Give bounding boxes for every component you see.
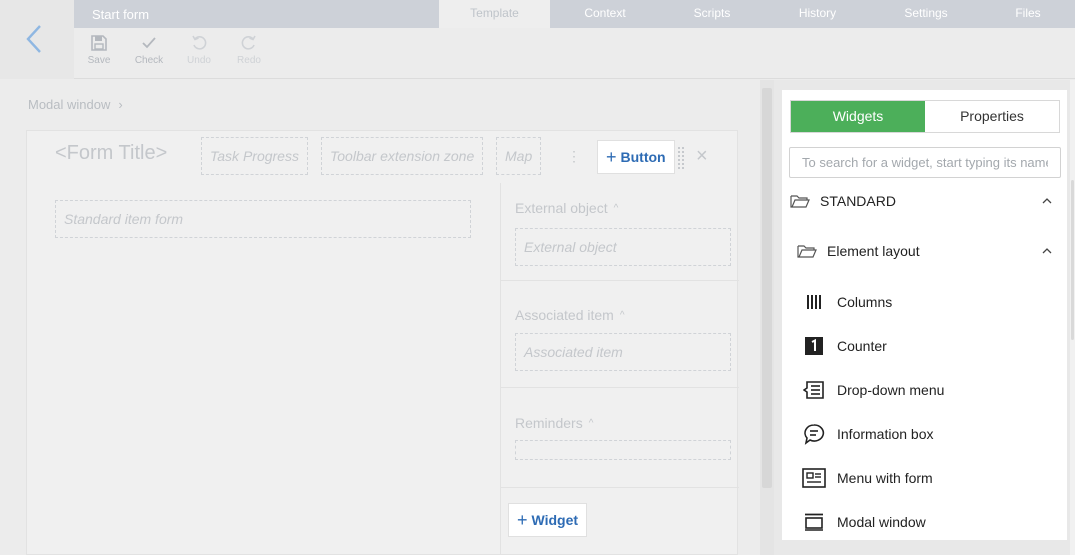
- widget-item-label: Counter: [837, 338, 887, 354]
- tab-settings[interactable]: Settings: [871, 0, 981, 28]
- widget-item-label: Information box: [837, 426, 934, 442]
- columns-icon: [802, 290, 826, 314]
- reminders-section: Reminders ^: [501, 388, 739, 488]
- external-object-label: External object: [515, 200, 608, 216]
- widget-item-menu-with-form[interactable]: Menu with form: [802, 464, 933, 492]
- caret-up-icon: ^: [588, 418, 594, 429]
- caret-up-icon: ^: [619, 310, 625, 321]
- information-box-icon: [802, 422, 826, 446]
- check-button[interactable]: Check: [124, 34, 174, 66]
- widget-item-dropdown-menu[interactable]: Drop-down menu: [802, 376, 944, 404]
- save-button[interactable]: Save: [74, 34, 124, 66]
- close-icon[interactable]: ×: [696, 145, 708, 168]
- more-vertical-icon[interactable]: ⋮: [567, 149, 581, 163]
- form-title[interactable]: <Form Title>: [55, 142, 167, 165]
- standard-item-form-zone[interactable]: Standard item form: [55, 200, 471, 238]
- breadcrumb-label: Modal window: [28, 97, 111, 112]
- widget-item-counter[interactable]: Counter: [802, 332, 887, 360]
- chevron-up-icon: [1042, 198, 1052, 204]
- undo-button[interactable]: Undo: [174, 34, 224, 66]
- panel-tabs: Widgets Properties: [790, 100, 1060, 133]
- map-zone[interactable]: Map: [496, 137, 542, 175]
- reminders-zone[interactable]: [515, 440, 731, 460]
- associated-item-section: Associated item ^ Associated item: [501, 281, 739, 388]
- widget-item-information-box[interactable]: Information box: [802, 420, 934, 448]
- chevron-right-icon: ›: [118, 97, 123, 112]
- tab-history[interactable]: History: [764, 0, 871, 28]
- plus-icon: +: [517, 510, 528, 530]
- modal-form: <Form Title> Task Progress Toolbar exten…: [26, 130, 739, 555]
- associated-item-zone[interactable]: Associated item: [515, 333, 731, 371]
- save-label: Save: [87, 55, 111, 66]
- tab-scripts[interactable]: Scripts: [660, 0, 764, 28]
- menu-with-form-icon: [802, 466, 826, 490]
- modal-window-icon: [802, 510, 826, 534]
- widget-item-modal-window[interactable]: Modal window: [802, 508, 926, 536]
- toolbar-extension-zone[interactable]: Toolbar extension zone: [321, 137, 484, 175]
- dropdown-menu-icon: [802, 378, 826, 402]
- back-strip: [0, 0, 74, 79]
- top-bar: Start form Template Context Scripts Hist…: [74, 0, 1075, 28]
- folder-open-icon: [797, 245, 817, 258]
- save-icon: [91, 35, 107, 51]
- associated-item-label: Associated item: [515, 307, 614, 323]
- redo-button[interactable]: Redo: [224, 34, 274, 66]
- tab-files[interactable]: Files: [981, 0, 1075, 28]
- toolbar: Save Check Undo Redo: [74, 28, 1075, 79]
- add-button-button[interactable]: + Button: [597, 140, 675, 174]
- folder-open-icon: [790, 195, 810, 208]
- add-button-label: Button: [620, 149, 666, 165]
- reminders-header[interactable]: Reminders ^: [515, 415, 593, 431]
- external-object-header[interactable]: External object ^: [515, 200, 618, 216]
- external-object-zone[interactable]: External object: [515, 228, 731, 266]
- breadcrumb[interactable]: Modal window ›: [28, 97, 123, 112]
- widget-item-label: Modal window: [837, 514, 926, 530]
- undo-label: Undo: [187, 55, 211, 66]
- group-standard[interactable]: STANDARD: [790, 188, 1060, 214]
- external-object-section: External object ^ External object: [501, 183, 739, 281]
- group-standard-label: STANDARD: [820, 193, 896, 209]
- tab-context[interactable]: Context: [550, 0, 660, 28]
- panel-scrollbar-thumb[interactable]: [1071, 180, 1074, 340]
- caret-up-icon: ^: [613, 203, 619, 214]
- tab-strip: Template Context Scripts History Setting…: [439, 0, 1075, 28]
- side-column: External object ^ External object Associa…: [500, 183, 739, 555]
- panel-scrollbar[interactable]: [1070, 80, 1075, 555]
- task-progress-zone[interactable]: Task Progress: [201, 137, 308, 175]
- widget-search-input[interactable]: [789, 147, 1061, 178]
- properties-tab[interactable]: Properties: [925, 101, 1059, 132]
- editor-scrollbar[interactable]: [760, 80, 774, 555]
- counter-icon: [802, 334, 826, 358]
- editor-scrollbar-thumb[interactable]: [762, 88, 772, 488]
- redo-label: Redo: [237, 55, 261, 66]
- group-element-layout[interactable]: Element layout: [797, 238, 1060, 264]
- check-icon: [142, 37, 156, 49]
- reminders-label: Reminders: [515, 415, 583, 431]
- group-element-layout-label: Element layout: [827, 243, 920, 259]
- widgets-panel: Widgets Properties STANDARD Element layo…: [782, 90, 1067, 540]
- add-widget-label: Widget: [531, 512, 579, 528]
- widget-item-label: Columns: [837, 294, 893, 310]
- plus-icon: +: [606, 147, 617, 167]
- redo-icon: [241, 35, 256, 50]
- widget-item-columns[interactable]: Columns: [802, 288, 892, 316]
- check-label: Check: [134, 55, 164, 66]
- associated-item-header[interactable]: Associated item ^: [515, 307, 625, 323]
- drag-handle-icon[interactable]: [678, 147, 684, 169]
- add-widget-button[interactable]: + Widget: [508, 503, 588, 537]
- widgets-tab[interactable]: Widgets: [791, 101, 925, 132]
- window-title: Start form: [92, 7, 150, 22]
- chevron-up-icon: [1042, 248, 1052, 254]
- widget-item-label: Drop-down menu: [837, 382, 945, 398]
- tab-template[interactable]: Template: [439, 0, 550, 28]
- back-arrow-icon[interactable]: [24, 22, 46, 56]
- widget-item-label: Menu with form: [837, 470, 933, 486]
- undo-icon: [192, 35, 207, 50]
